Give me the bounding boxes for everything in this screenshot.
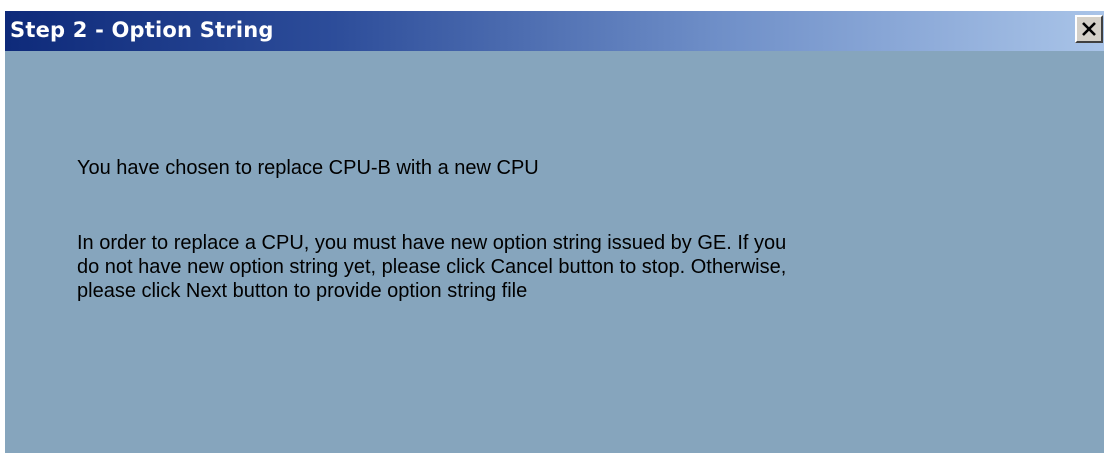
instruction-paragraph: In order to replace a CPU, you must have… xyxy=(77,231,786,303)
instruction-line: In order to replace a CPU, you must have… xyxy=(77,232,787,254)
instruction-line: do not have new option string yet, pleas… xyxy=(77,256,787,278)
window-title: Step 2 - Option String xyxy=(10,18,274,42)
instruction-line: please click Next button to provide opti… xyxy=(77,280,528,302)
close-button[interactable] xyxy=(1075,15,1103,43)
title-bar[interactable]: Step 2 - Option String xyxy=(5,11,1104,51)
dialog-content: You have chosen to replace CPU-B with a … xyxy=(5,51,1104,453)
dialog-window: Step 2 - Option String You have chosen t… xyxy=(0,0,1114,453)
choice-message: You have chosen to replace CPU-B with a … xyxy=(77,157,539,179)
close-icon xyxy=(1082,22,1096,36)
